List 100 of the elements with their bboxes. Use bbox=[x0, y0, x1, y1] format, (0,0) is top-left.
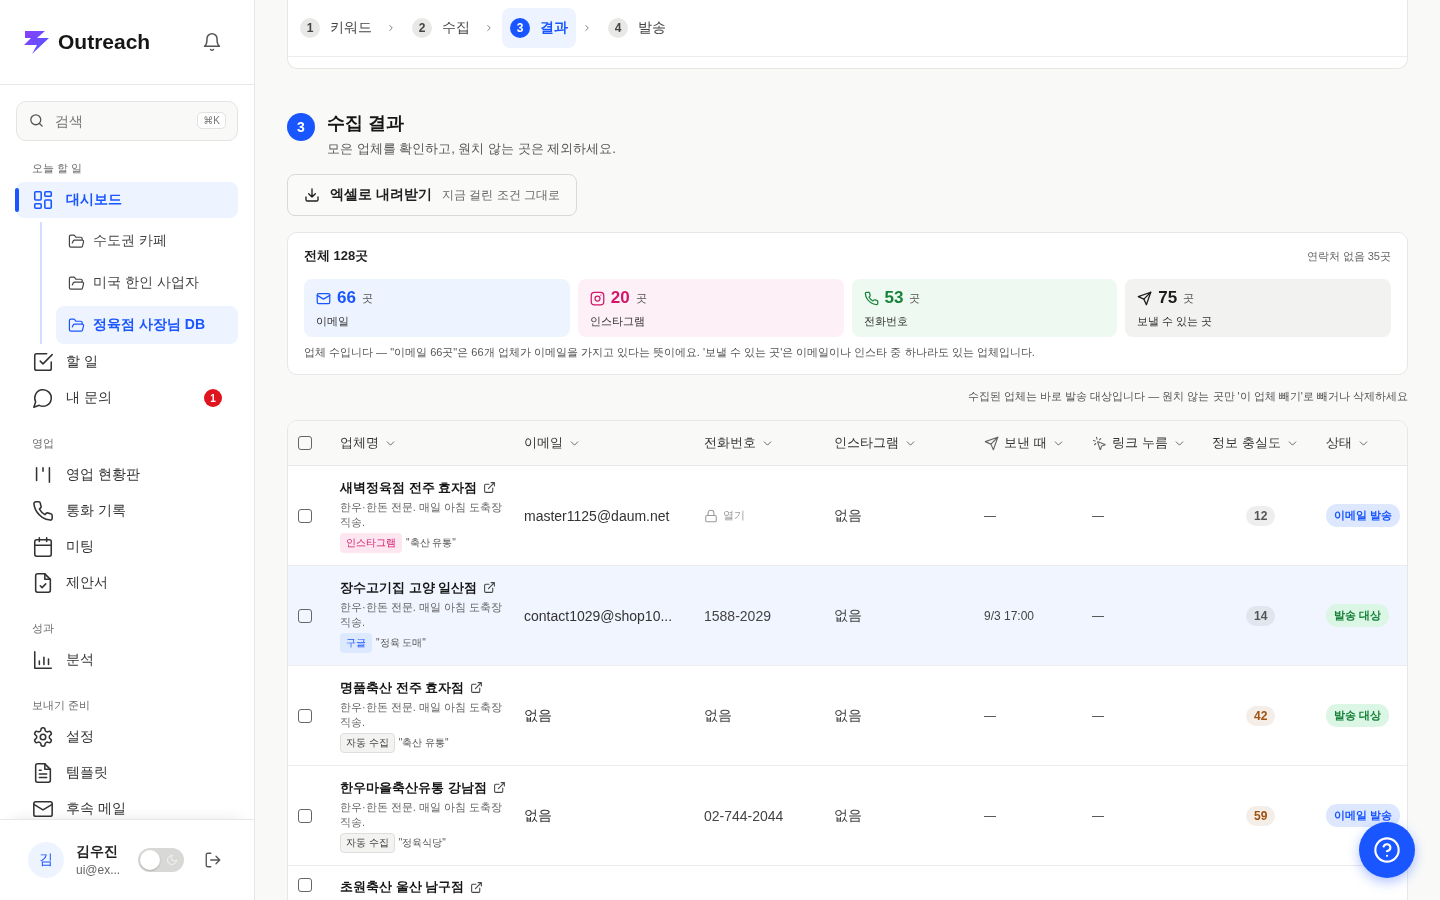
step-tab[interactable]: 1 키워드 bbox=[292, 8, 380, 48]
column-header[interactable]: 인스타그램 bbox=[834, 434, 984, 452]
folder-icon bbox=[68, 274, 85, 292]
source-tag: 자동 수집 bbox=[340, 732, 395, 753]
instagram-cell-text: 없음 bbox=[834, 706, 863, 725]
column-header[interactable]: 상태 bbox=[1326, 434, 1407, 452]
section-title: 수집 결과 bbox=[327, 112, 405, 135]
checkbox[interactable] bbox=[298, 708, 312, 723]
column-header[interactable]: 이메일 bbox=[524, 434, 704, 452]
score-badge: 14 bbox=[1246, 605, 1276, 626]
bar-chart-icon bbox=[32, 649, 54, 671]
phone-icon bbox=[32, 500, 54, 522]
stat-unit: 곳 bbox=[361, 290, 373, 306]
bell-icon[interactable] bbox=[202, 32, 222, 52]
sidebar-subitem[interactable]: 정육점 사장님 DB bbox=[56, 306, 238, 344]
shortcut-hint: ⌘K bbox=[197, 112, 226, 129]
section-label: 영업 bbox=[31, 436, 55, 451]
user-email: ui@ex... bbox=[76, 863, 122, 877]
column-header[interactable]: 업체명 bbox=[340, 434, 524, 452]
email-cell-text: 없음 bbox=[524, 706, 553, 725]
email-cell-text: 없음 bbox=[524, 806, 553, 825]
phone-cell-text: 1588-2029 bbox=[704, 607, 772, 624]
stat-label: 전화번호 bbox=[863, 314, 909, 329]
section-label: 성과 bbox=[31, 621, 55, 636]
sidebar-item[interactable]: 통화 기록 bbox=[16, 493, 238, 529]
checkbox[interactable] bbox=[298, 436, 312, 450]
instagram-cell-text: 없음 bbox=[834, 606, 863, 625]
column-header[interactable]: 정보 충실도 bbox=[1212, 434, 1326, 452]
section-label: 보내기 준비 bbox=[31, 698, 92, 713]
stat-label: 보낼 수 있는 곳 bbox=[1137, 314, 1214, 329]
sidebar-subitem[interactable]: 수도권 카페 bbox=[56, 222, 238, 260]
checkbox[interactable] bbox=[298, 808, 312, 823]
sent-time-cell-text: 9/3 17:00 bbox=[984, 608, 1036, 623]
sidebar-item[interactable]: 제안서 bbox=[16, 565, 238, 601]
folder-icon bbox=[68, 232, 85, 250]
sent-time-cell-text: — bbox=[984, 708, 997, 723]
checkbox[interactable] bbox=[298, 878, 312, 892]
sidebar-item[interactable]: 후속 메일 bbox=[16, 791, 238, 819]
external-link-icon bbox=[483, 581, 497, 594]
external-link-icon bbox=[492, 781, 506, 794]
step-tab[interactable]: 2 수집 bbox=[404, 8, 478, 48]
sidebar-item[interactable]: 할 일 bbox=[16, 344, 238, 380]
step-tab[interactable]: 3 결과 bbox=[502, 8, 576, 48]
help-icon bbox=[1373, 836, 1401, 864]
sidebar-item[interactable]: 템플릿 bbox=[16, 755, 238, 791]
instagram-icon bbox=[589, 290, 605, 306]
stat-value: 53 bbox=[884, 288, 904, 308]
business-description: 한우·한돈 전문. 매일 아침 도축장 직송. bbox=[340, 799, 503, 830]
chevron-right-icon bbox=[582, 23, 592, 33]
pointer-click-icon bbox=[1092, 435, 1107, 451]
business-name[interactable]: 새벽정육점 전주 효자점 bbox=[340, 478, 478, 497]
dark-mode-toggle[interactable] bbox=[138, 848, 184, 872]
step-tab[interactable]: 4 발송 bbox=[600, 8, 674, 48]
score-badge: 12 bbox=[1246, 505, 1276, 526]
sidebar-item[interactable]: 분석 bbox=[16, 642, 238, 678]
user-name: 김우진 bbox=[76, 843, 119, 861]
status-badge: 이메일 발송 bbox=[1326, 504, 1401, 527]
column-header[interactable]: 보낸 때 bbox=[984, 434, 1092, 452]
sidebar-item[interactable]: 영업 현황판 bbox=[16, 457, 238, 493]
no-contact-count: 연락처 없음 35곳 bbox=[1306, 248, 1391, 264]
search-keyword: "정육식당" bbox=[398, 835, 446, 850]
column-header[interactable]: 링크 누름 bbox=[1092, 434, 1212, 452]
external-link-icon bbox=[470, 880, 484, 894]
checkbox[interactable] bbox=[298, 508, 312, 523]
sidebar-item[interactable]: 미팅 bbox=[16, 529, 238, 565]
export-button[interactable]: 엑셀로 내려받기 지금 걸린 조건 그대로 bbox=[287, 174, 577, 216]
dashboard-icon bbox=[32, 189, 54, 211]
sidebar-item[interactable]: 내 문의 1 bbox=[16, 380, 238, 416]
moon-icon bbox=[166, 854, 178, 866]
instagram-cell-text: 없음 bbox=[834, 806, 863, 825]
phone-icon bbox=[863, 290, 879, 306]
sidebar-item[interactable]: 대시보드 bbox=[16, 182, 238, 218]
checkbox-icon bbox=[32, 351, 54, 373]
sidebar-subitem[interactable]: 미국 한인 사업자 bbox=[56, 264, 238, 302]
sidebar-item[interactable]: 설정 bbox=[16, 719, 238, 755]
brand-name: Outreach bbox=[58, 30, 151, 54]
email-cell-text: master1125@daum.net bbox=[524, 507, 671, 524]
business-name[interactable]: 명품축산 전주 효자점 bbox=[340, 678, 465, 697]
lock-icon bbox=[704, 508, 718, 523]
section-label: 오늘 할 일 bbox=[31, 161, 84, 176]
instagram-cell-text: 없음 bbox=[834, 506, 863, 525]
summary-title: 전체 128곳 bbox=[304, 247, 369, 265]
stat-unit: 곳 bbox=[635, 290, 647, 306]
external-link-icon bbox=[483, 481, 497, 494]
email-cell-text: contact1029@shop10... bbox=[524, 607, 674, 624]
column-header[interactable]: 전화번호 bbox=[704, 434, 834, 452]
business-name[interactable]: 초원축산 울산 남구점 bbox=[340, 878, 465, 896]
checkbox[interactable] bbox=[298, 608, 312, 623]
clicks-cell-text: — bbox=[1092, 708, 1105, 723]
logout-icon[interactable] bbox=[204, 851, 222, 869]
stat-unit: 곳 bbox=[909, 290, 921, 306]
document-check-icon bbox=[32, 572, 54, 594]
status-badge: 발송 대상 bbox=[1326, 604, 1390, 627]
source-tag: 자동 수집 bbox=[340, 832, 395, 853]
search-keyword: "정육 도매" bbox=[376, 635, 426, 650]
business-name[interactable]: 한우마을축산유통 강남점 bbox=[340, 778, 487, 797]
phone-cell-text: 없음 bbox=[704, 706, 733, 725]
business-name[interactable]: 장수고기집 고양 일산점 bbox=[340, 578, 478, 597]
send-icon bbox=[1137, 290, 1153, 306]
download-icon bbox=[304, 187, 320, 203]
